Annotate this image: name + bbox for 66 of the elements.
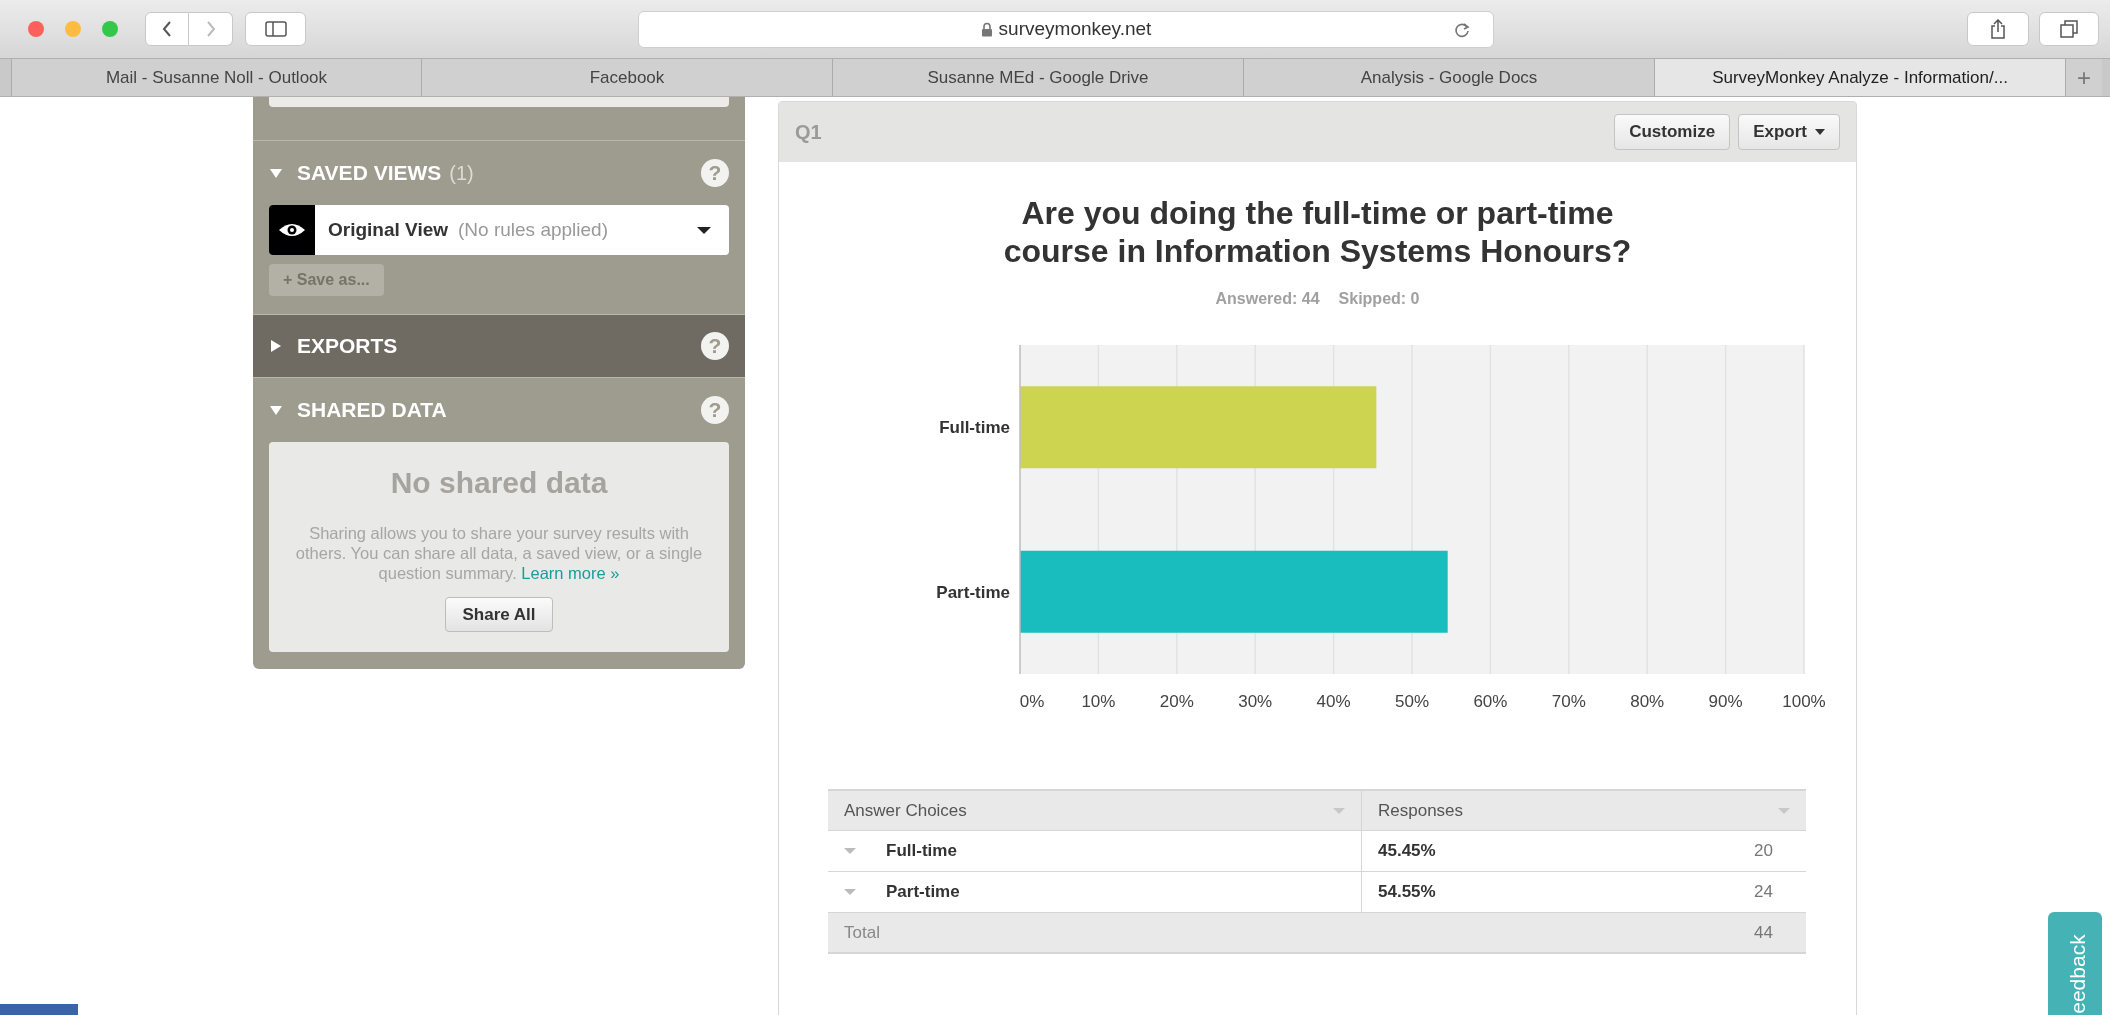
column-header[interactable]: Answer Choices — [844, 797, 967, 824]
answer-choice: Part-time — [886, 881, 960, 904]
share-button[interactable] — [1967, 12, 2029, 46]
window-control-icon[interactable] — [28, 21, 44, 37]
window-control-icon[interactable] — [102, 21, 118, 37]
caret-icon[interactable] — [697, 226, 711, 234]
category-label: Part-time — [936, 582, 1010, 602]
empty-title: No shared data — [390, 465, 608, 501]
panel-field[interactable] — [269, 97, 729, 107]
reload-icon[interactable] — [1453, 20, 1471, 39]
eye-icon — [269, 205, 315, 255]
lock-icon — [980, 21, 993, 37]
tick-label: 10% — [1081, 692, 1116, 711]
collapse-triangle-icon[interactable] — [269, 403, 283, 417]
tick-label: 0% — [1019, 692, 1045, 711]
tick-label: 50% — [1395, 692, 1429, 711]
total-count: 44 — [1754, 921, 1773, 944]
sidebar-icon — [264, 21, 287, 37]
expand-triangle-icon[interactable] — [269, 339, 283, 353]
question-number: Q1 — [795, 120, 822, 145]
tick-label: 100% — [1782, 692, 1826, 711]
column-header[interactable]: Responses — [1378, 797, 1464, 824]
answer-choice: Full-time — [886, 840, 957, 863]
expand-caret-icon[interactable] — [844, 848, 856, 854]
tick-label: 30% — [1238, 692, 1273, 711]
tick-label: 20% — [1159, 692, 1194, 711]
back-chevron-icon — [161, 20, 173, 38]
toolbar-button[interactable]: Customize — [1614, 114, 1731, 150]
response-count: 20 — [1754, 840, 1773, 863]
address-bar[interactable]: surveymonkey.net — [638, 10, 1494, 48]
response-percent: 54.55% — [1378, 881, 1436, 904]
expand-caret-icon[interactable] — [844, 889, 856, 895]
sidebar-button[interactable] — [245, 12, 306, 46]
browser-tab[interactable]: Analysis - Google Docs — [1244, 59, 1655, 96]
share-all-button[interactable]: Share All — [445, 597, 553, 632]
view-note: (No rules applied) — [458, 217, 608, 242]
response-percent: 45.45% — [1378, 840, 1436, 863]
collapse-triangle-icon[interactable] — [269, 166, 283, 180]
back-button[interactable] — [145, 12, 189, 46]
tick-label: 80% — [1630, 692, 1665, 711]
question-title: Are you doing the full-time or part-time course in Information Systems Honours? — [1002, 194, 1633, 270]
forward-chevron-icon — [204, 20, 217, 38]
dropdown-button[interactable]: Export — [1738, 114, 1840, 150]
description-text: Sharing allows you to share your survey results with others. You can share all data, a saved view, or a single question summary. Learn more » — [294, 523, 704, 583]
browser-tab[interactable]: Susanne MEd - Google Drive — [833, 59, 1244, 96]
view-dropdown[interactable]: Original View (No rules applied) — [269, 205, 729, 255]
tick-label: 70% — [1551, 692, 1586, 711]
section-count: (1) — [449, 161, 474, 186]
response-count: 24 — [1754, 881, 1773, 904]
browser-tab[interactable]: Mail - Susanne Noll - Outlook — [11, 59, 422, 96]
tick-label: 90% — [1708, 692, 1743, 711]
total-label: Total — [844, 921, 880, 944]
browser-tab[interactable]: SurveyMonkey Analyze - Information/... — [1655, 59, 2066, 96]
category-label: Full-time — [939, 418, 1010, 438]
url-text: surveymonkey.net — [998, 16, 1152, 41]
skipped-count: Skipped: 0 — [1338, 289, 1420, 309]
tabs-overview-button[interactable] — [2039, 12, 2099, 46]
forward-button[interactable] — [189, 12, 233, 46]
tick-label: 40% — [1316, 692, 1351, 711]
section-title[interactable]: EXPORTS — [297, 330, 398, 362]
share-icon — [1990, 19, 2006, 39]
browser-tab[interactable]: Facebook — [422, 59, 833, 96]
answered-count: Answered: 44 — [1215, 289, 1320, 309]
view-name: Original View — [328, 217, 449, 242]
tabs-icon — [2060, 20, 2078, 38]
tick-label: 60% — [1473, 692, 1508, 711]
